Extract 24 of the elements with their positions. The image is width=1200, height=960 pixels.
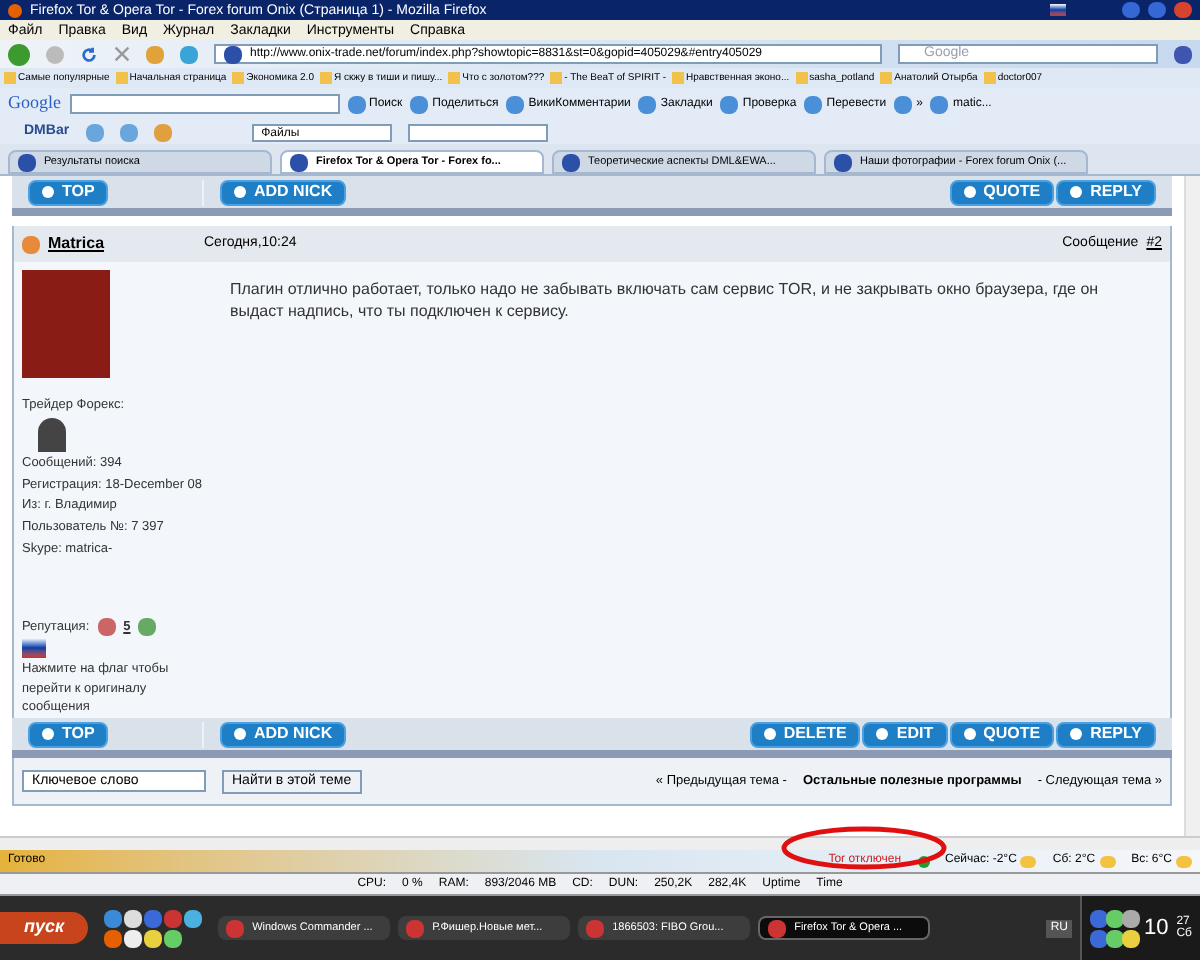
- post-action-button[interactable]: REPLY: [1056, 721, 1156, 747]
- post-action-button[interactable]: QUOTE: [949, 721, 1055, 747]
- post-action-button[interactable]: ADD NICK: [220, 179, 347, 205]
- post-action-button[interactable]: EDIT: [862, 721, 948, 747]
- author-link[interactable]: Matrica: [48, 232, 105, 256]
- vertical-scrollbar[interactable]: [1184, 176, 1200, 836]
- clock-hour: 10: [1143, 913, 1169, 944]
- start-button[interactable]: пуск: [0, 912, 89, 944]
- horizontal-scrollbar[interactable]: [0, 836, 1200, 850]
- post-action-button[interactable]: REPLY: [1056, 179, 1156, 205]
- reload-icon[interactable]: [80, 45, 98, 63]
- post-action-button[interactable]: TOP: [28, 721, 109, 747]
- post-action-button[interactable]: TOP: [28, 179, 109, 205]
- google-search-field[interactable]: [69, 94, 339, 114]
- post-action-button[interactable]: ADD NICK: [220, 721, 347, 747]
- google-logo: Google: [8, 90, 61, 117]
- stop-icon[interactable]: [114, 46, 130, 62]
- post-text: Плагин отлично работает, только надо не забывать включать сам сервис TOR, и не закрывать окно браузера, где он выдаст надпись, что ты подключен к сервису.: [228, 278, 1101, 324]
- flag-icon: [1050, 4, 1066, 16]
- text-field[interactable]: [407, 123, 548, 141]
- russia-flag-icon[interactable]: [22, 638, 46, 658]
- post-action-button[interactable]: QUOTE: [949, 179, 1055, 205]
- post-action-button[interactable]: DELETE: [749, 721, 861, 747]
- avatar-image: [22, 270, 110, 379]
